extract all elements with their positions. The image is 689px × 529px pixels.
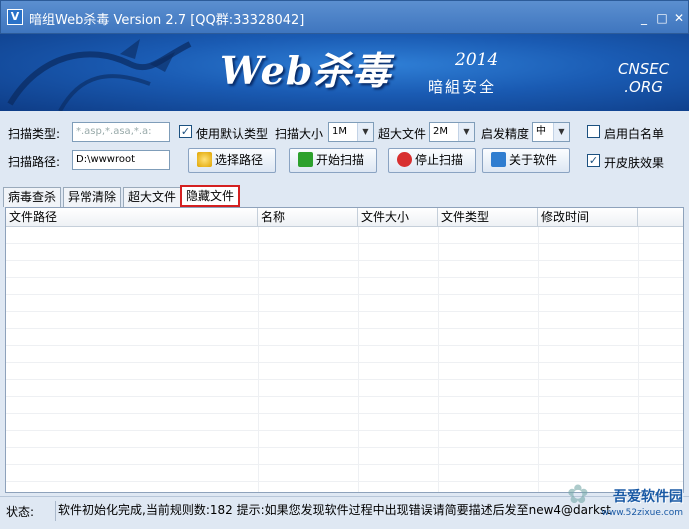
watermark-url: www.52zixue.com xyxy=(601,508,683,518)
scan-type-label: 扫描类型: xyxy=(8,127,61,141)
banner-site-line1: CNSEC xyxy=(618,60,670,78)
table-row xyxy=(6,397,683,414)
banner: Web杀毒 2014 暗組安全 CNSEC .ORG xyxy=(0,34,689,111)
watermark-name: 吾爱软件园 xyxy=(613,489,683,505)
table-row xyxy=(6,380,683,397)
column-header[interactable]: 文件路径 xyxy=(6,208,258,227)
skin-label: 开皮肤效果 xyxy=(604,156,665,170)
column-divider xyxy=(358,227,359,492)
scan-path-label: 扫描路径: xyxy=(8,155,61,169)
table-row xyxy=(6,329,683,346)
info-icon xyxy=(491,152,506,167)
close-button[interactable]: ✕ xyxy=(672,11,686,25)
column-header[interactable]: 文件类型 xyxy=(438,208,538,227)
about-label: 关于软件 xyxy=(509,153,558,167)
banner-logo: Web杀毒 xyxy=(220,48,392,93)
use-default-checkbox[interactable]: ✓ xyxy=(179,125,192,138)
table-row xyxy=(6,261,683,278)
start-scan-button[interactable]: 开始扫描 xyxy=(289,148,377,173)
large-file-label: 超大文件 xyxy=(378,127,427,141)
column-divider xyxy=(258,227,259,492)
whitelist-checkbox[interactable] xyxy=(587,125,600,138)
banner-site: CNSEC .ORG xyxy=(618,60,669,96)
large-file-select[interactable]: 2M ▼ xyxy=(429,122,475,142)
tab-hidden-files[interactable]: 隐藏文件 xyxy=(180,185,241,207)
watermark: ✿ 吾爱软件园 www.52zixue.com xyxy=(567,480,687,526)
select-path-button[interactable]: 选择路径 xyxy=(188,148,276,173)
title-bar[interactable]: V 暗组Web杀毒 Version 2.7 [QQ群:33328042] _ □… xyxy=(0,0,689,34)
chevron-down-icon: ▼ xyxy=(553,123,569,141)
status-label: 状态: xyxy=(6,505,35,519)
banner-year: 2014 xyxy=(455,50,499,70)
scan-type-input[interactable]: *.asp,*.asa,*.a: xyxy=(72,122,170,142)
table-row xyxy=(6,244,683,261)
chevron-down-icon: ▼ xyxy=(357,123,373,141)
column-divider xyxy=(538,227,539,492)
tab-anomaly-clean[interactable]: 异常清除 xyxy=(63,187,122,207)
column-divider xyxy=(438,227,439,492)
heuristic-label: 启发精度 xyxy=(481,127,530,141)
table-row xyxy=(6,278,683,295)
column-header[interactable]: 修改时间 xyxy=(538,208,638,227)
scan-size-select[interactable]: 1M ▼ xyxy=(328,122,374,142)
heuristic-value: 中 xyxy=(536,126,546,137)
scan-settings: 扫描类型: *.asp,*.asa,*.a: ✓ 使用默认类型 扫描大小 1M … xyxy=(0,111,689,184)
scan-size-label: 扫描大小 xyxy=(275,127,324,141)
table-row xyxy=(6,448,683,465)
banner-site-line2: .ORG xyxy=(624,78,663,96)
scan-size-value: 1M xyxy=(332,126,347,137)
table-row xyxy=(6,346,683,363)
play-icon xyxy=(298,152,313,167)
stop-scan-button[interactable]: 停止扫描 xyxy=(388,148,476,173)
start-scan-label: 开始扫描 xyxy=(316,153,365,167)
stop-scan-label: 停止扫描 xyxy=(415,153,464,167)
table-row xyxy=(6,431,683,448)
table-row xyxy=(6,227,683,244)
app-icon: V xyxy=(7,9,23,25)
column-header[interactable]: 名称 xyxy=(258,208,358,227)
minimize-button[interactable]: _ xyxy=(637,11,651,25)
table-row xyxy=(6,414,683,431)
select-path-label: 选择路径 xyxy=(215,153,264,167)
star-icon xyxy=(197,152,212,167)
table-row xyxy=(6,295,683,312)
watermark-logo-icon: ✿ xyxy=(567,480,589,510)
table-header: 文件路径 名称 文件大小 文件类型 修改时间 xyxy=(6,208,683,227)
column-header[interactable]: 文件大小 xyxy=(358,208,438,227)
tab-virus-scan[interactable]: 病毒查杀 xyxy=(3,187,62,207)
table-row xyxy=(6,363,683,380)
results-table[interactable]: 文件路径 名称 文件大小 文件类型 修改时间 xyxy=(5,207,684,493)
banner-subtitle: 暗組安全 xyxy=(428,78,497,96)
heuristic-select[interactable]: 中 ▼ xyxy=(532,122,570,142)
stop-icon xyxy=(397,152,412,167)
column-divider xyxy=(638,227,639,492)
chevron-down-icon: ▼ xyxy=(458,123,474,141)
large-file-value: 2M xyxy=(433,126,448,137)
dragon-icon xyxy=(7,39,192,111)
about-button[interactable]: 关于软件 xyxy=(482,148,570,173)
tab-large-files[interactable]: 超大文件 xyxy=(123,187,182,207)
skin-checkbox[interactable]: ✓ xyxy=(587,154,600,167)
whitelist-label: 启用白名单 xyxy=(604,127,665,141)
table-row xyxy=(6,312,683,329)
use-default-label: 使用默认类型 xyxy=(196,127,269,141)
window-title: 暗组Web杀毒 Version 2.7 [QQ群:33328042] xyxy=(29,13,305,28)
maximize-button[interactable]: □ xyxy=(655,11,669,25)
scan-path-input[interactable]: D:\wwwroot xyxy=(72,150,170,170)
